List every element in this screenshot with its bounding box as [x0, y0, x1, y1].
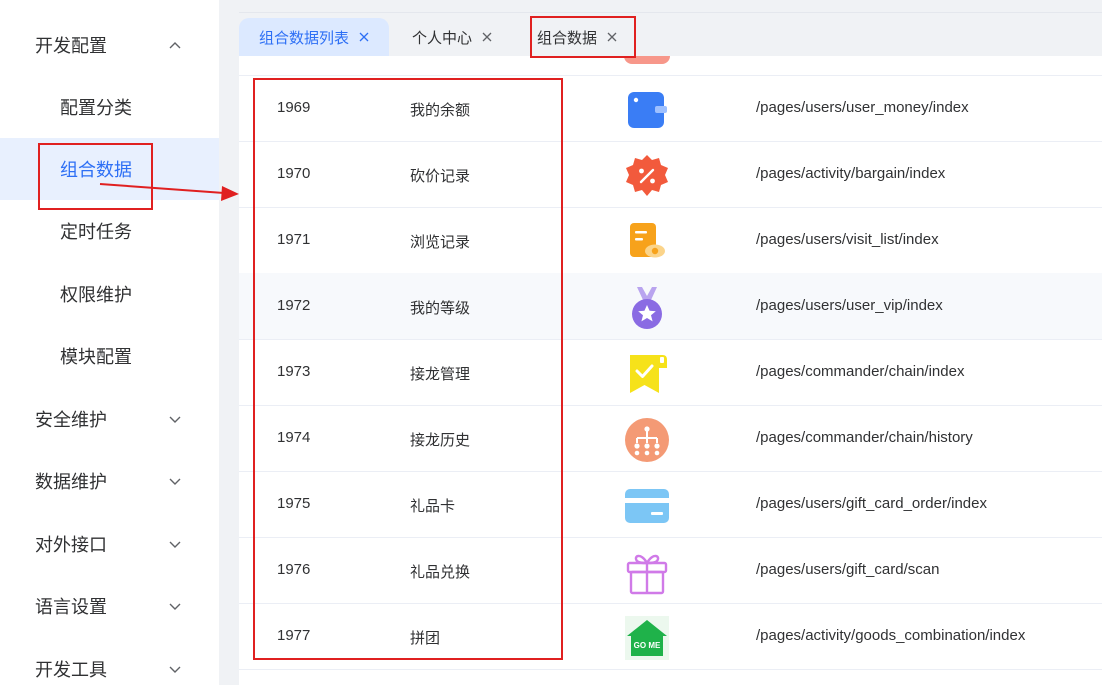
row-path: /pages/users/visit_list/index [756, 231, 939, 248]
gift-box-icon [626, 554, 668, 595]
row-path: /pages/commander/chain/index [756, 363, 965, 380]
row-path: /pages/users/gift_card_order/index [756, 495, 987, 512]
sidebar-item-label: 开发工具 [35, 660, 107, 680]
row-path: /pages/activity/bargain/index [756, 165, 946, 182]
chevron-up-icon [169, 42, 181, 49]
wallet-icon [628, 92, 667, 128]
row-id: 1975 [277, 495, 311, 512]
table-row[interactable]: 1972 我的等级 /pages/users/user_vip/index [239, 273, 1102, 340]
tab-personal-center[interactable]: 个人中心 [402, 18, 502, 56]
sidebar-item-label: 定时任务 [60, 222, 132, 242]
sidebar-divider [219, 0, 239, 685]
chevron-down-icon [169, 416, 181, 423]
sidebar-item-dev-tools[interactable]: 开发工具 [0, 638, 219, 685]
sidebar-item-language[interactable]: 语言设置 [0, 575, 219, 637]
row-name: 拼团 [410, 630, 441, 647]
org-tree-icon [625, 418, 669, 462]
group-home-icon-text: GO ME [634, 641, 661, 650]
table-row[interactable]: 1969 我的余额 /pages/users/user_money/index [239, 75, 1102, 142]
row-path: /pages/users/gift_card/scan [756, 561, 940, 578]
sidebar-item-security[interactable]: 安全维护 [0, 388, 219, 450]
discount-badge-icon [626, 155, 668, 196]
sidebar-item-data-maintenance[interactable]: 数据维护 [0, 450, 219, 512]
tab-combined-data[interactable]: 组合数据 [527, 18, 627, 56]
chevron-down-icon [169, 603, 181, 610]
sidebar-item-external-api[interactable]: 对外接口 [0, 513, 219, 575]
sidebar-item-label: 对外接口 [35, 535, 107, 555]
close-icon[interactable] [607, 32, 617, 42]
sidebar-item-dev-config[interactable]: 开发配置 [0, 14, 219, 76]
row-name: 接龙管理 [410, 366, 471, 383]
divider [239, 12, 1102, 13]
sidebar-item-label: 组合数据 [60, 160, 132, 180]
row-id: 1973 [277, 363, 311, 380]
row-id: 1976 [277, 561, 311, 578]
row-path: /pages/users/user_vip/index [756, 297, 943, 314]
table-row[interactable]: 1970 砍价记录 /pages/activity/bargain/index [239, 141, 1102, 208]
tab-label: 组合数据 [537, 29, 598, 47]
sidebar-item-permissions[interactable]: 权限维护 [0, 263, 219, 325]
sidebar: 开发配置 配置分类 组合数据 定时任务 权限维护 模块配置 安全维护 数据维护 … [0, 0, 219, 685]
chevron-down-icon [169, 666, 181, 673]
table-row[interactable]: 1977 拼团 GO ME /pages/activity/goods_comb… [239, 603, 1102, 670]
data-table: 1969 我的余额 /pages/users/user_money/index … [239, 56, 1102, 685]
sidebar-item-combined-data[interactable]: 组合数据 [0, 138, 219, 200]
chain-check-icon [630, 355, 667, 393]
close-icon[interactable] [482, 32, 492, 42]
row-name: 我的等级 [410, 300, 471, 317]
table-row[interactable]: 1974 接龙历史 /pages/commander/chain/history [239, 405, 1102, 472]
row-name: 礼品卡 [410, 498, 456, 515]
row-id: 1977 [277, 627, 311, 644]
table-row[interactable]: 1973 接龙管理 /pages/commander/chain/index [239, 339, 1102, 406]
chevron-down-icon [169, 478, 181, 485]
tab-combined-data-list[interactable]: 组合数据列表 [239, 18, 390, 56]
sidebar-item-module-config[interactable]: 模块配置 [0, 325, 219, 387]
row-name: 浏览记录 [410, 234, 471, 251]
tab-label: 个人中心 [412, 29, 473, 47]
row-id: 1972 [277, 297, 311, 314]
row-id: 1971 [277, 231, 311, 248]
row-path: /pages/activity/goods_combination/index [756, 627, 1026, 644]
sidebar-item-label: 数据维护 [35, 472, 107, 492]
sidebar-item-label: 配置分类 [60, 98, 132, 118]
medal-star-icon [632, 287, 662, 329]
table-row[interactable]: 1976 礼品兑换 /pages/users/gift_card/scan [239, 537, 1102, 604]
table-row [239, 56, 1102, 76]
table-row[interactable]: 1975 礼品卡 /pages/users/gift_card_order/in… [239, 471, 1102, 538]
sidebar-item-config-category[interactable]: 配置分类 [0, 76, 219, 138]
sidebar-item-label: 开发配置 [35, 36, 107, 56]
row-name: 礼品兑换 [410, 564, 471, 581]
browse-history-icon [630, 223, 665, 258]
chevron-down-icon [169, 541, 181, 548]
content-area: 1969 我的余额 /pages/users/user_money/index … [239, 56, 1102, 685]
group-home-icon: GO ME [625, 616, 669, 660]
sidebar-item-label: 权限维护 [60, 285, 132, 305]
close-icon[interactable] [359, 32, 369, 42]
sidebar-item-label: 语言设置 [35, 597, 107, 617]
row-id: 1974 [277, 429, 311, 446]
row-id: 1969 [277, 99, 311, 116]
tabs-bar: 组合数据列表 个人中心 组合数据 [239, 0, 1102, 56]
sidebar-item-label: 安全维护 [35, 410, 107, 430]
sidebar-item-scheduled-tasks[interactable]: 定时任务 [0, 200, 219, 262]
row-path: /pages/commander/chain/history [756, 429, 973, 446]
row-name: 我的余额 [410, 102, 471, 119]
row-id: 1970 [277, 165, 311, 182]
table-row[interactable]: 1971 浏览记录 /pages/users/visit_list/index [239, 207, 1102, 274]
tab-label: 组合数据列表 [259, 29, 350, 47]
partial-icon [624, 56, 670, 64]
row-name: 接龙历史 [410, 432, 471, 449]
sidebar-item-label: 模块配置 [60, 347, 132, 367]
row-path: /pages/users/user_money/index [756, 99, 969, 116]
credit-card-icon [625, 489, 669, 523]
row-name: 砍价记录 [410, 168, 471, 185]
